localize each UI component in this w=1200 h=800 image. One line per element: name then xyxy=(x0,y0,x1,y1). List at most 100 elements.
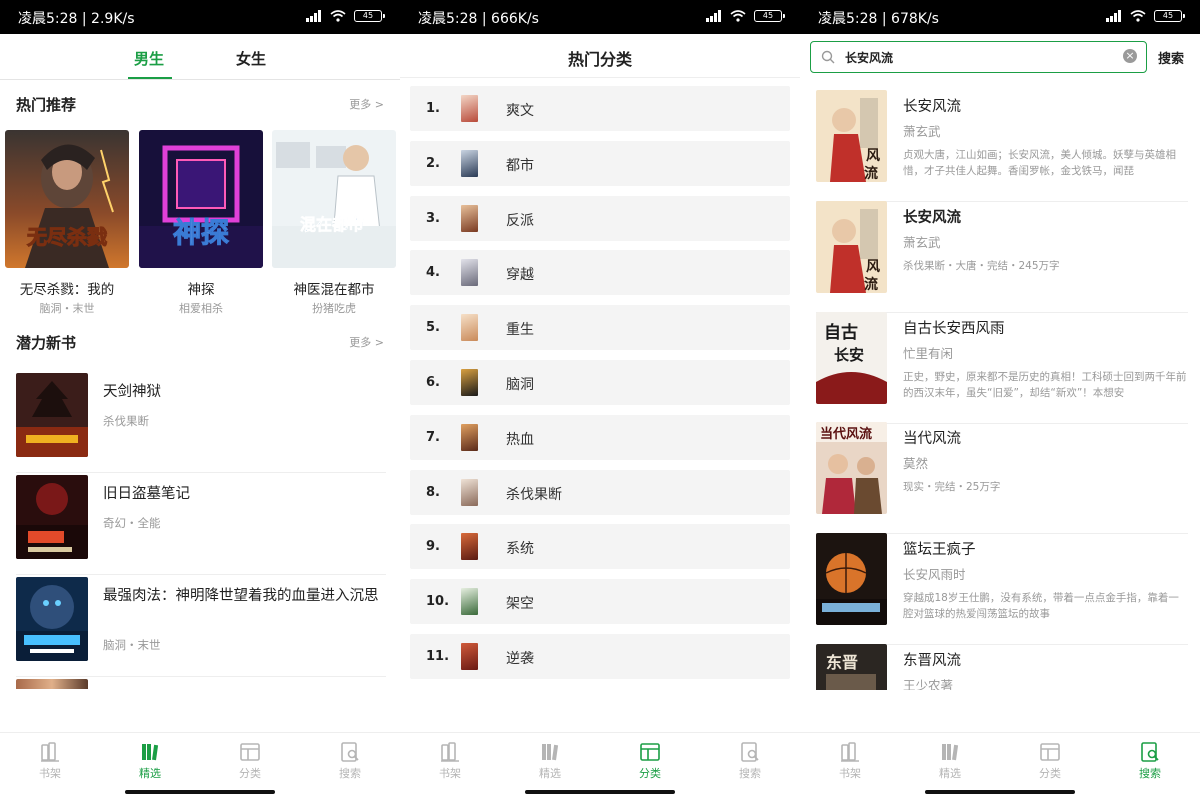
category-rank: 3. xyxy=(426,210,440,226)
category-item[interactable]: 9. 系统 xyxy=(410,524,790,570)
category-item[interactable]: 4. 穿越 xyxy=(410,250,790,296)
battery-icon: 45 xyxy=(1154,10,1185,22)
wifi-icon xyxy=(1130,10,1146,22)
search-book-icon xyxy=(1141,742,1159,762)
book-title: 最强肉法：神明降世望着我的血量进入沉思 xyxy=(103,588,379,604)
nav-label: 书架 xyxy=(439,767,461,780)
page-title: 热门分类 xyxy=(400,34,800,78)
svg-text:流: 流 xyxy=(864,165,878,182)
category-rank: 11. xyxy=(426,649,450,664)
category-item[interactable]: 6. 脑洞 xyxy=(410,360,790,405)
home-indicator xyxy=(925,790,1075,794)
new-section-title: 潜力新书 xyxy=(16,334,77,352)
book-cover-partial xyxy=(16,679,88,689)
category-item[interactable]: 8. 杀伐果断 xyxy=(410,469,790,515)
search-button[interactable]: 搜索 xyxy=(1158,48,1184,67)
book-title: 旧日盗墓笔记 xyxy=(103,486,190,502)
svg-text:东晋: 东晋 xyxy=(826,653,858,672)
search-result-item[interactable]: 自古 长安 自古长安西风雨 忙里有闲 正史，野史，原来都不是历史的真相！工科硕士回… xyxy=(816,312,1188,424)
category-rank: 8. xyxy=(426,484,440,500)
search-result-item[interactable]: 风流 长安风流 萧玄武 杀伐果断・大唐・完结・245万字 xyxy=(816,201,1188,313)
category-rank: 5. xyxy=(426,320,440,336)
category-rank: 2. xyxy=(426,155,440,171)
hot-book-card[interactable]: 混在都市 神医混在都市 扮猪吃虎 xyxy=(272,130,396,316)
hot-book-card[interactable]: 无尽杀戮 无尽杀戮：我的 脑洞・末世 xyxy=(5,130,129,316)
category-item[interactable]: 11. 逆袭 xyxy=(410,634,790,679)
category-cover-thumbnail xyxy=(461,149,478,177)
category-rank: 9. xyxy=(426,539,440,555)
category-item[interactable]: 10. 架空 xyxy=(410,579,790,625)
svg-text:风: 风 xyxy=(866,148,880,164)
nav-label: 分类 xyxy=(1039,767,1061,780)
nav-label: 精选 xyxy=(939,767,961,780)
status-icons: 45 xyxy=(306,9,385,23)
bookshelf-icon xyxy=(441,742,459,762)
category-item[interactable]: 5. 重生 xyxy=(410,305,790,351)
search-result-item[interactable]: 风流 长安风流 萧玄武 贞观大唐，江山如画；长安风流，美人倾城。妖孽与英雄相惜，… xyxy=(816,90,1188,202)
nav-bookshelf[interactable]: 书架 xyxy=(800,733,900,800)
book-cover xyxy=(16,373,88,457)
book-title: 篮坛王疯子 xyxy=(903,542,976,558)
category-item[interactable]: 3. 反派 xyxy=(410,195,790,241)
category-item[interactable]: 7. 热血 xyxy=(410,414,790,460)
search-input[interactable] xyxy=(845,48,1105,66)
category-name: 热血 xyxy=(506,431,534,448)
new-more-link[interactable]: 更多 > xyxy=(349,334,384,350)
home-indicator xyxy=(525,790,675,794)
book-title: 神医混在都市 xyxy=(293,282,375,298)
hot-book-card[interactable]: 神探 神探 相爱相杀 xyxy=(139,130,263,316)
search-book-icon xyxy=(741,742,759,762)
book-tags: 脑洞・末世 xyxy=(103,638,161,652)
tab-female[interactable]: 女生 xyxy=(236,48,266,69)
book-cover: 自古 长安 xyxy=(816,312,887,404)
list-item[interactable]: 旧日盗墓笔记 奇幻・全能 xyxy=(16,475,386,575)
book-cover xyxy=(16,577,88,661)
status-time: 凌晨5:28 | 666K/s xyxy=(418,11,539,27)
search-book-icon xyxy=(341,742,359,762)
search-result-item[interactable]: 篮坛王疯子 长安风雨时 穿越成18岁王仕鹏，没有系统，带着一点点金手指，靠着一腔… xyxy=(816,533,1188,645)
category-cover-thumbnail xyxy=(461,95,478,122)
list-item[interactable]: 最强肉法：神明降世望着我的血量进入沉思 脑洞・末世 xyxy=(16,577,386,677)
category-cover-thumbnail xyxy=(461,643,478,670)
category-rank: 4. xyxy=(426,265,440,281)
list-item[interactable]: 天剑神狱 杀伐果断 xyxy=(16,373,386,473)
category-icon xyxy=(1040,743,1060,761)
book-description: 穿越成18岁王仕鹏，没有系统，带着一点点金手指，靠着一腔对篮球的热爱闯荡篮坛的故… xyxy=(903,592,1179,620)
battery-icon: 45 xyxy=(754,10,785,22)
category-cover-thumbnail xyxy=(461,533,478,561)
book-author: 萧玄武 xyxy=(903,124,941,139)
book-description: 贞观大唐，江山如画；长安风流，美人倾城。妖孽与英雄相惜，才子共佳人起舞。香闺罗帐… xyxy=(903,149,1176,177)
book-author: 王少农著 xyxy=(903,678,954,690)
wifi-icon xyxy=(330,10,346,22)
book-cover: 混在都市 xyxy=(272,130,396,268)
category-cover-thumbnail xyxy=(461,314,478,342)
search-icon xyxy=(821,50,835,64)
category-rank: 10. xyxy=(426,594,450,610)
wifi-icon xyxy=(730,10,746,22)
hot-section-title: 热门推荐 xyxy=(16,96,77,114)
nav-search[interactable]: 搜索 xyxy=(300,733,400,800)
book-tags: 相爱相杀 xyxy=(179,302,223,315)
status-time: 凌晨5:28 | 678K/s xyxy=(818,11,939,27)
nav-bookshelf[interactable]: 书架 xyxy=(400,733,500,800)
search-screen: 凌晨5:28 | 678K/s 45 × 搜索 风流 长安风流 萧玄武 贞观大唐… xyxy=(800,0,1200,800)
category-name: 杀伐果断 xyxy=(506,486,562,503)
search-result-item[interactable]: 当代风流 当代风流 莫然 现实・完结・25万字 xyxy=(816,422,1188,534)
hot-more-link[interactable]: 更多 > xyxy=(349,96,384,112)
nav-search[interactable]: 搜索 xyxy=(700,733,800,800)
book-title: 神探 xyxy=(187,282,215,298)
category-name: 系统 xyxy=(506,541,534,558)
category-item[interactable]: 1. 爽文 xyxy=(410,86,790,131)
search-result-item[interactable]: 东晋 东晋风流 王少农著 xyxy=(816,644,1188,690)
nav-label: 分类 xyxy=(239,767,261,780)
svg-text:自古: 自古 xyxy=(824,322,858,343)
category-item[interactable]: 2. 都市 xyxy=(410,140,790,186)
clear-icon[interactable]: × xyxy=(1123,49,1137,63)
tab-male[interactable]: 男生 xyxy=(134,48,164,69)
book-title: 东晋风流 xyxy=(903,653,961,669)
book-cover: 神探 xyxy=(139,130,263,268)
book-cover: 风流 xyxy=(816,201,887,293)
status-bar: 凌晨5:28 | 678K/s 45 xyxy=(800,0,1200,34)
nav-search[interactable]: 搜索 xyxy=(1100,733,1200,800)
nav-bookshelf[interactable]: 书架 xyxy=(0,733,100,800)
